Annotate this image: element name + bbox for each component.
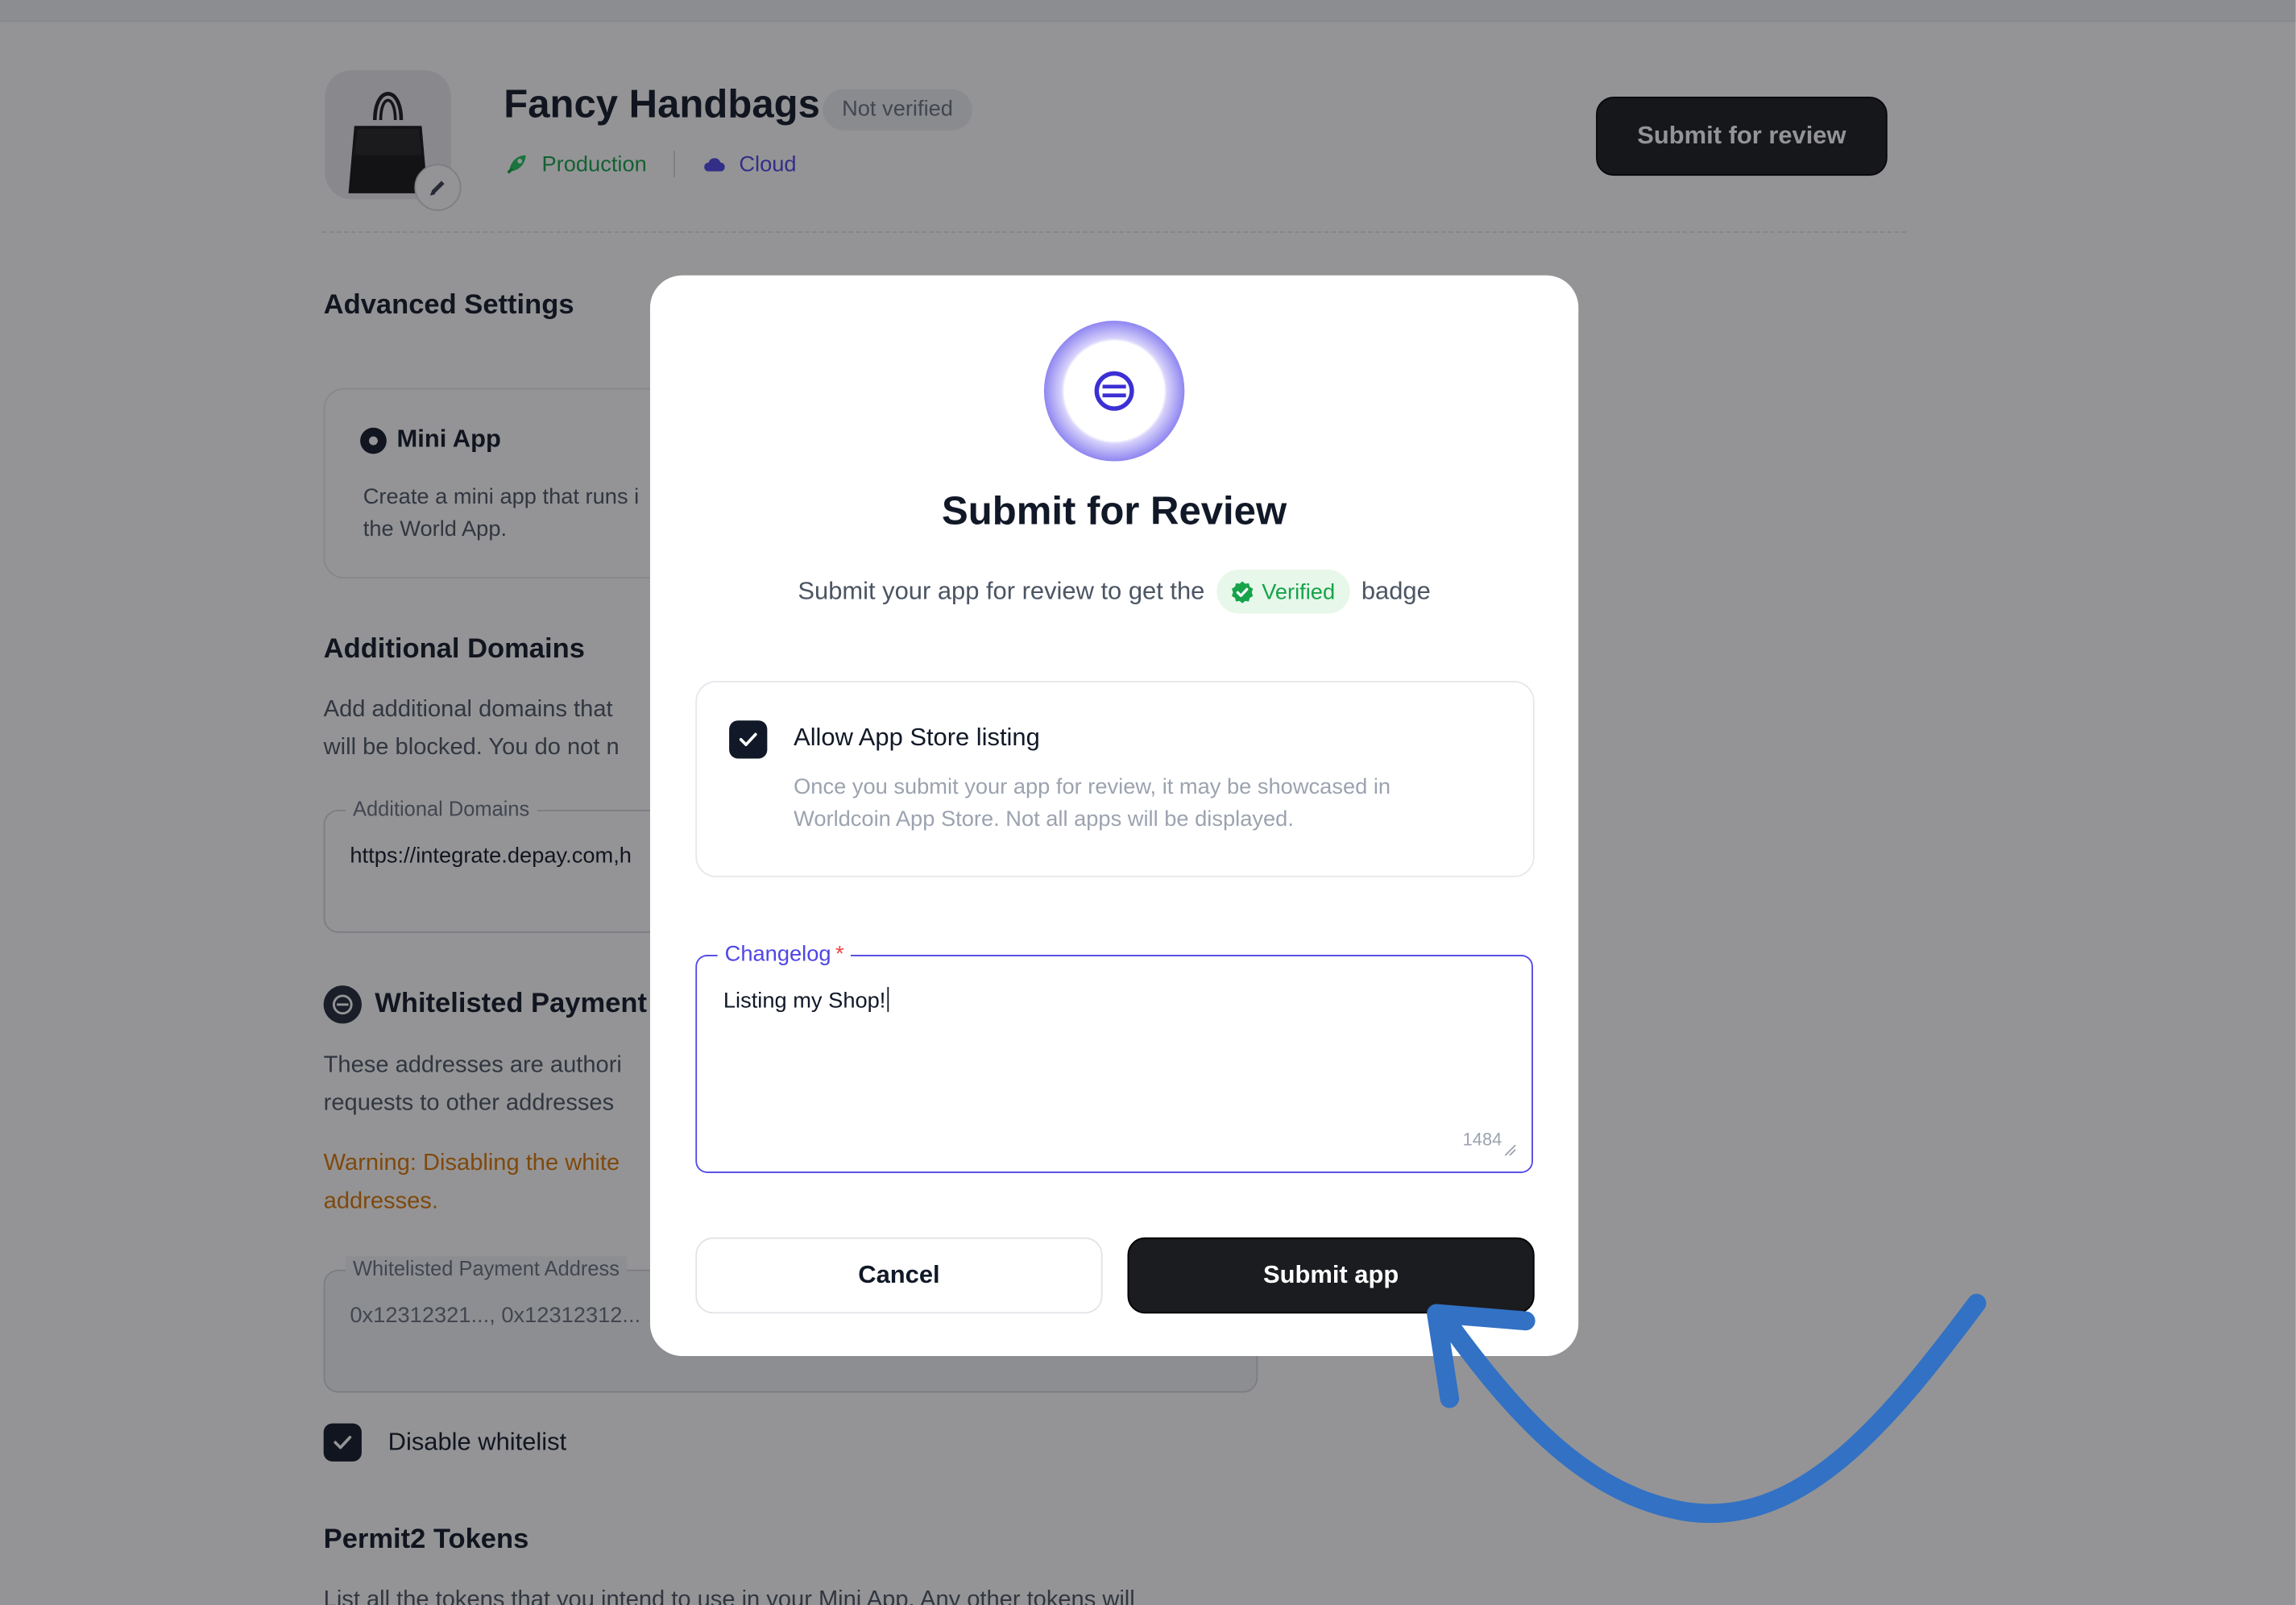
modal-title: Submit for Review xyxy=(942,489,1287,533)
cancel-button[interactable]: Cancel xyxy=(695,1237,1103,1314)
verified-label: Verified xyxy=(1262,579,1336,604)
checkmark-icon xyxy=(739,732,757,747)
worldcoin-icon xyxy=(1094,371,1134,411)
changelog-label-text: Changelog xyxy=(724,941,831,967)
modal-icon-inner xyxy=(1067,344,1162,438)
modal-subtitle: Submit your app for review to get the Ve… xyxy=(650,570,1578,614)
verified-check-icon xyxy=(1231,580,1253,603)
changelog-char-counter: 1484 xyxy=(1462,1129,1502,1150)
page: Fancy Handbags Not verified Production C… xyxy=(0,0,2296,1605)
allow-listing-label: Allow App Store listing xyxy=(794,723,1040,752)
modal-icon-ring xyxy=(1043,321,1185,462)
subtitle-suffix: badge xyxy=(1361,577,1431,605)
required-asterisk: * xyxy=(835,941,844,967)
listing-desc-line: Worldcoin App Store. Not all apps will b… xyxy=(794,807,1294,832)
allow-listing-description: Once you submit your app for review, it … xyxy=(794,772,1496,836)
changelog-label: Changelog * xyxy=(717,941,852,967)
changelog-text: Listing my Shop! xyxy=(723,988,886,1014)
changelog-value[interactable]: Listing my Shop! xyxy=(723,986,889,1014)
resize-handle-icon[interactable] xyxy=(1502,1143,1517,1157)
listing-desc-line: Once you submit your app for review, it … xyxy=(794,774,1391,800)
verified-badge: Verified xyxy=(1216,570,1350,614)
annotation-arrow-icon xyxy=(1427,1293,1987,1524)
text-caret xyxy=(887,986,889,1012)
subtitle-prefix: Submit your app for review to get the xyxy=(798,577,1205,605)
allow-listing-checkbox[interactable] xyxy=(729,720,768,759)
